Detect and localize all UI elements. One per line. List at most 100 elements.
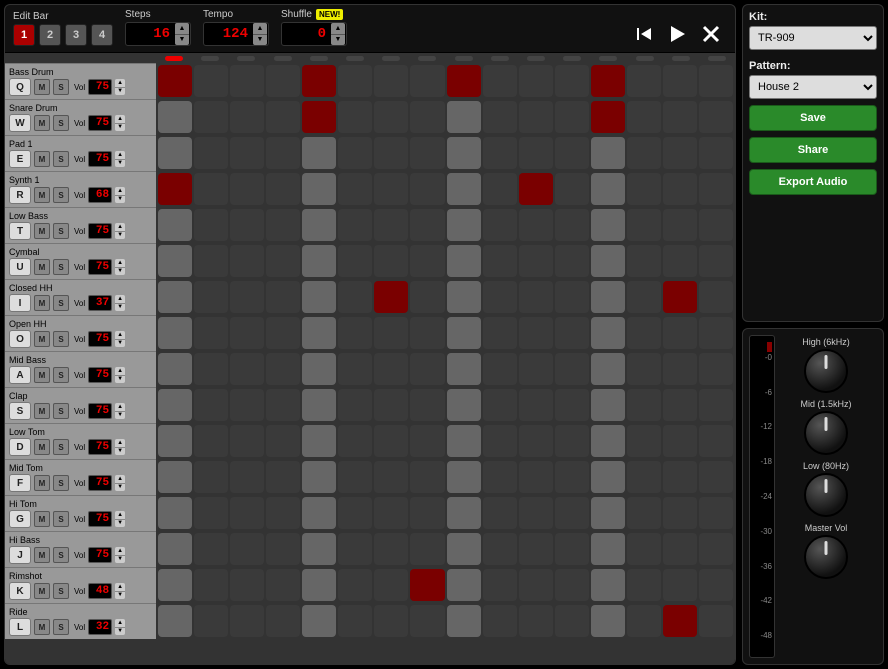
step-cell[interactable] (447, 65, 481, 97)
step-cell[interactable] (410, 461, 444, 493)
step-cell[interactable] (627, 497, 661, 529)
step-cell[interactable] (483, 353, 517, 385)
step-cell[interactable] (483, 605, 517, 637)
step-cell[interactable] (555, 569, 589, 601)
mute-button[interactable]: M (34, 439, 50, 455)
step-cell[interactable] (230, 245, 264, 277)
step-cell[interactable] (374, 497, 408, 529)
eq-knob[interactable] (804, 411, 848, 455)
solo-button[interactable]: S (53, 187, 69, 203)
vol-spinner[interactable]: ▲▼ (115, 295, 125, 311)
step-cell[interactable] (627, 461, 661, 493)
step-cell[interactable] (555, 533, 589, 565)
vol-spinner[interactable]: ▲▼ (115, 403, 125, 419)
step-cell[interactable] (519, 353, 553, 385)
step-cell[interactable] (627, 137, 661, 169)
step-cell[interactable] (158, 137, 192, 169)
step-cell[interactable] (338, 353, 372, 385)
vol-value[interactable]: 48 (88, 583, 112, 599)
step-cell[interactable] (374, 461, 408, 493)
export-audio-button[interactable]: Export Audio (749, 169, 877, 195)
step-cell[interactable] (483, 173, 517, 205)
step-cell[interactable] (374, 425, 408, 457)
vol-spinner[interactable]: ▲▼ (115, 259, 125, 275)
step-cell[interactable] (519, 461, 553, 493)
shuffle-spinner[interactable]: ▲▼ (331, 23, 345, 45)
step-cell[interactable] (699, 389, 733, 421)
vol-spinner[interactable]: ▲▼ (115, 223, 125, 239)
step-cell[interactable] (627, 389, 661, 421)
step-cell[interactable] (266, 245, 300, 277)
vol-spinner[interactable]: ▲▼ (115, 475, 125, 491)
step-cell[interactable] (555, 281, 589, 313)
step-cell[interactable] (158, 281, 192, 313)
step-cell[interactable] (338, 137, 372, 169)
track-key-button[interactable]: T (9, 222, 31, 240)
mute-button[interactable]: M (34, 511, 50, 527)
step-cell[interactable] (699, 173, 733, 205)
step-cell[interactable] (627, 65, 661, 97)
play-icon[interactable] (665, 22, 689, 46)
solo-button[interactable]: S (53, 223, 69, 239)
rewind-icon[interactable] (631, 22, 655, 46)
step-cell[interactable] (230, 569, 264, 601)
step-cell[interactable] (194, 209, 228, 241)
step-cell[interactable] (519, 605, 553, 637)
step-cell[interactable] (194, 389, 228, 421)
step-cell[interactable] (591, 281, 625, 313)
step-cell[interactable] (374, 569, 408, 601)
step-cell[interactable] (338, 65, 372, 97)
step-cell[interactable] (627, 569, 661, 601)
step-cell[interactable] (338, 569, 372, 601)
save-button[interactable]: Save (749, 105, 877, 131)
step-cell[interactable] (447, 173, 481, 205)
step-cell[interactable] (338, 425, 372, 457)
step-cell[interactable] (338, 317, 372, 349)
step-cell[interactable] (194, 173, 228, 205)
solo-button[interactable]: S (53, 403, 69, 419)
vol-value[interactable]: 32 (88, 619, 112, 635)
step-cell[interactable] (483, 281, 517, 313)
solo-button[interactable]: S (53, 475, 69, 491)
step-cell[interactable] (302, 461, 336, 493)
close-icon[interactable] (699, 22, 723, 46)
step-cell[interactable] (447, 461, 481, 493)
step-cell[interactable] (519, 101, 553, 133)
step-cell[interactable] (555, 245, 589, 277)
steps-spinner[interactable]: ▲▼ (175, 23, 189, 45)
step-cell[interactable] (483, 497, 517, 529)
vol-value[interactable]: 75 (88, 331, 112, 347)
step-cell[interactable] (591, 389, 625, 421)
step-cell[interactable] (591, 425, 625, 457)
step-cell[interactable] (519, 389, 553, 421)
track-key-button[interactable]: J (9, 546, 31, 564)
step-cell[interactable] (627, 101, 661, 133)
step-cell[interactable] (627, 605, 661, 637)
step-cell[interactable] (591, 533, 625, 565)
mute-button[interactable]: M (34, 187, 50, 203)
step-cell[interactable] (663, 101, 697, 133)
solo-button[interactable]: S (53, 331, 69, 347)
mute-button[interactable]: M (34, 79, 50, 95)
track-key-button[interactable]: W (9, 114, 31, 132)
step-cell[interactable] (266, 353, 300, 385)
step-cell[interactable] (627, 317, 661, 349)
step-cell[interactable] (555, 209, 589, 241)
step-cell[interactable] (230, 281, 264, 313)
vol-spinner[interactable]: ▲▼ (115, 187, 125, 203)
step-cell[interactable] (627, 209, 661, 241)
step-cell[interactable] (374, 317, 408, 349)
step-cell[interactable] (555, 101, 589, 133)
vol-value[interactable]: 37 (88, 295, 112, 311)
step-cell[interactable] (302, 497, 336, 529)
step-cell[interactable] (483, 389, 517, 421)
step-cell[interactable] (158, 497, 192, 529)
step-cell[interactable] (338, 209, 372, 241)
step-cell[interactable] (627, 533, 661, 565)
kit-select[interactable]: TR-909 (749, 26, 877, 50)
mute-button[interactable]: M (34, 367, 50, 383)
step-cell[interactable] (302, 353, 336, 385)
step-cell[interactable] (699, 425, 733, 457)
vol-spinner[interactable]: ▲▼ (115, 439, 125, 455)
step-cell[interactable] (374, 209, 408, 241)
